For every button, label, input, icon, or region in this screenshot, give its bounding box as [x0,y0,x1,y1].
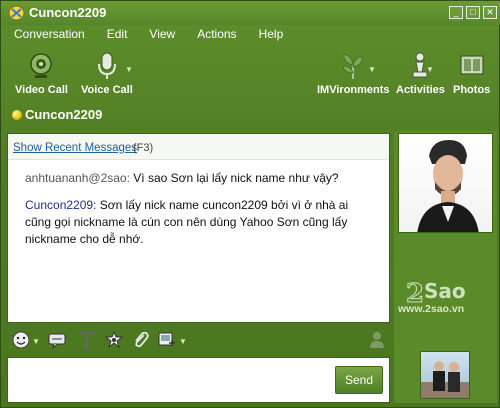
message-input[interactable]: Send [7,357,390,403]
leaves-icon [342,53,363,79]
menu-bar: Conversation Edit View Actions Help [1,26,500,44]
audible-icon[interactable] [47,330,67,350]
window-controls: _ □ ✕ [449,6,497,19]
close-button[interactable]: ✕ [483,6,497,19]
recent-messages-bar: Show Recent Messages (F3) [8,134,389,160]
microphone-icon [97,52,116,79]
attach-file-icon[interactable] [131,330,151,350]
imvironments-button[interactable]: IMVironments [317,51,390,96]
my-avatar[interactable] [420,351,470,399]
contact-avatar[interactable] [398,133,493,233]
messenger-window: Cuncon2209 _ □ ✕ Conversation Edit View … [0,0,500,408]
contact-name[interactable]: Cuncon2209 [25,107,102,122]
photos-icon [460,55,484,75]
2sao-watermark-icon: 2 Sao [406,279,466,310]
contact-header: Cuncon2209 [1,105,500,125]
chat-message: Cuncon2209: Sơn lấy nick name cuncon2209… [25,197,370,248]
conversation-panel: Show Recent Messages (F3) anhtuananh@2sa… [7,133,390,323]
toolbar: Video Call Voice Call ▼ IMVironments ▼ A… [1,45,500,101]
minimize-button[interactable]: _ [449,6,463,19]
maximize-button[interactable]: □ [466,6,480,19]
window-title: Cuncon2209 [29,5,107,20]
chat-message: anhtuananh@2sao: Vì sao Sơn lại lấy nick… [25,171,339,185]
message-sender: anhtuananh@2sao: [25,171,130,185]
voice-call-dropdown-icon[interactable]: ▼ [125,65,133,74]
show-recent-messages-link[interactable]: Show Recent Messages [13,142,137,154]
emoticon-icon[interactable] [11,330,31,350]
message-sender: Cuncon2209: [25,198,97,212]
avatar-sidebar: 2 Sao www.2sao.vn [394,131,497,403]
activities-button[interactable]: Activities [396,51,445,96]
text-format-icon[interactable] [77,330,97,350]
insert-image-dropdown-icon[interactable]: ▼ [179,337,187,346]
user-photo-icon [421,361,469,398]
send-button[interactable]: Send [335,366,383,394]
imvironments-dropdown-icon[interactable]: ▼ [368,65,376,74]
recent-messages-shortcut: (F3) [133,142,154,154]
add-person-icon[interactable] [367,330,387,350]
menu-view[interactable]: View [127,26,175,44]
formatting-toolbar: ▼ ▼ [7,327,390,353]
emoticon-dropdown-icon[interactable]: ▼ [32,337,40,346]
watermark-url: www.2sao.vn [398,303,465,315]
status-indicator-icon [12,110,22,120]
video-call-button[interactable]: Video Call [15,51,68,96]
activities-dropdown-icon[interactable]: ▼ [426,65,434,74]
menu-edit[interactable]: Edit [85,26,128,44]
menu-conversation[interactable]: Conversation [1,26,85,44]
yahoo-messenger-icon [8,5,25,21]
photos-button[interactable]: Photos [453,51,490,96]
menu-help[interactable]: Help [237,26,284,44]
title-bar: Cuncon2209 _ □ ✕ [1,1,500,25]
contact-portrait-icon [417,140,479,232]
message-text: Vì sao Sơn lại lấy nick name như vậy? [129,171,339,185]
menu-actions[interactable]: Actions [175,26,236,44]
buzz-icon[interactable] [104,330,124,350]
insert-image-icon[interactable] [157,330,177,350]
webcam-icon [30,53,53,78]
svg-text:Sao: Sao [424,279,466,303]
